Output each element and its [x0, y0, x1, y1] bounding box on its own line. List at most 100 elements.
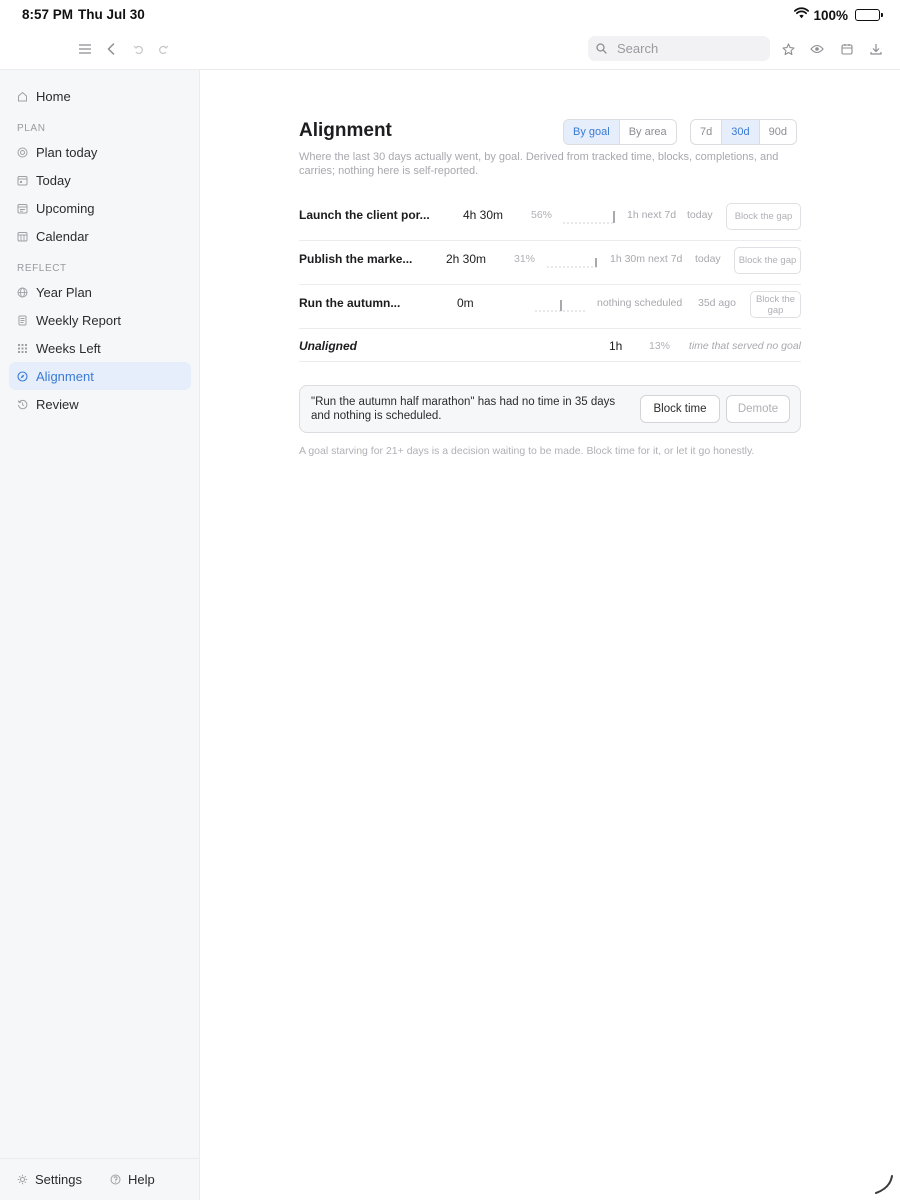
- settings-button[interactable]: Settings: [17, 1172, 82, 1187]
- goal-row[interactable]: Launch the client por... 4h 30m 56% 1h n…: [299, 197, 801, 241]
- status-bar: 8:57 PM Thu Jul 30 100%: [0, 0, 900, 28]
- sidebar-item-upcoming[interactable]: Upcoming: [9, 194, 191, 222]
- demote-button[interactable]: Demote: [726, 395, 790, 423]
- block-time-button[interactable]: Block time: [640, 395, 720, 423]
- status-date: Thu Jul 30: [78, 7, 145, 22]
- goal-last-activity: 35d ago: [698, 297, 736, 309]
- help-icon: [110, 1174, 121, 1185]
- goal-next-scheduled: 1h 30m next 7d: [610, 253, 683, 265]
- grid-icon: [17, 343, 28, 354]
- history-icon: [17, 399, 28, 410]
- status-right: 100%: [794, 6, 883, 24]
- page-title: Alignment: [299, 120, 392, 141]
- gear-icon: [17, 1174, 28, 1185]
- sidebar-item-label: Upcoming: [36, 200, 95, 216]
- search-bar[interactable]: [588, 36, 770, 61]
- target-icon: [17, 147, 28, 158]
- calendar-day-icon: [17, 175, 28, 186]
- sidebar-item-plan-today[interactable]: Plan today: [9, 138, 191, 166]
- undo-icon[interactable]: [128, 39, 148, 59]
- range-90d-button[interactable]: 90d: [758, 120, 796, 144]
- back-icon[interactable]: [101, 39, 121, 59]
- view-by-area-button[interactable]: By area: [618, 120, 676, 144]
- loading-spinner-icon: [875, 1175, 893, 1194]
- goal-sparkline: [547, 258, 597, 268]
- battery-percent: 100%: [813, 7, 848, 23]
- footnote: A goal starving for 21+ days is a decisi…: [299, 445, 755, 457]
- sidebar-toggle-icon[interactable]: [75, 39, 95, 59]
- eye-icon[interactable]: [807, 39, 827, 59]
- wifi-icon: [794, 6, 810, 24]
- sidebar-item-label: Weeks Left: [36, 340, 101, 356]
- download-icon[interactable]: [866, 39, 886, 59]
- compass-icon: [17, 370, 28, 382]
- goal-sparkline: [535, 300, 585, 312]
- sidebar-item-label: Alignment: [36, 368, 94, 384]
- page-subtitle: Where the last 30 days actually went, by…: [299, 151, 779, 177]
- range-30d-button[interactable]: 30d: [721, 120, 759, 144]
- toolbar: [0, 28, 900, 70]
- starving-goal-alert: "Run the autumn half marathon" has had n…: [299, 385, 801, 433]
- goal-row[interactable]: Publish the marke... 2h 30m 31% 1h 30m n…: [299, 241, 801, 285]
- goal-row[interactable]: Run the autumn... 0m nothing scheduled 3…: [299, 285, 801, 329]
- star-icon[interactable]: [778, 39, 798, 59]
- section-label-reflect: REFLECT: [17, 263, 67, 274]
- sidebar-item-alignment[interactable]: Alignment: [9, 362, 191, 390]
- sidebar-footer: Settings Help: [0, 1158, 200, 1200]
- goal-last-activity: today: [687, 209, 713, 221]
- goal-sparkline: [563, 211, 615, 224]
- goal-name: Publish the marke...: [299, 252, 413, 266]
- sidebar-item-today[interactable]: Today: [9, 166, 191, 194]
- goal-time: 4h 30m: [463, 208, 504, 222]
- goal-name: Run the autumn...: [299, 296, 401, 310]
- block-gap-button[interactable]: Block the gap: [726, 203, 801, 230]
- alert-message: "Run the autumn half marathon" has had n…: [311, 396, 616, 422]
- sidebar-item-label: Calendar: [36, 228, 89, 244]
- sidebar-item-weeks-left[interactable]: Weeks Left: [9, 334, 191, 362]
- goal-time: 2h 30m: [446, 252, 487, 266]
- sidebar-item-calendar[interactable]: Calendar: [9, 222, 191, 250]
- unaligned-time: 1h: [609, 339, 623, 353]
- goal-percent: 56%: [531, 209, 553, 221]
- unaligned-row: Unaligned 1h 13% time that served no goa…: [299, 330, 801, 362]
- goal-last-activity: today: [695, 253, 721, 265]
- house-icon: [17, 91, 28, 102]
- document-icon: [17, 315, 28, 326]
- sidebar-item-year-plan[interactable]: Year Plan: [9, 278, 191, 306]
- sidebar-item-label: Today: [36, 172, 71, 188]
- block-gap-button[interactable]: Block the gap: [750, 291, 801, 318]
- sidebar: Home PLAN Plan today Today Upcoming Cale…: [0, 70, 200, 1200]
- help-button[interactable]: Help: [110, 1172, 155, 1187]
- help-label: Help: [128, 1172, 155, 1187]
- sidebar-item-home[interactable]: Home: [9, 82, 191, 110]
- sidebar-item-label: Weekly Report: [36, 312, 122, 328]
- main-content: Alignment By goal By area 7d 30d 90d Whe…: [201, 70, 900, 1200]
- sidebar-item-label: Year Plan: [36, 284, 92, 300]
- redo-icon[interactable]: [153, 39, 173, 59]
- unaligned-label: Unaligned: [299, 339, 358, 353]
- block-gap-button[interactable]: Block the gap: [734, 247, 801, 274]
- calendar-icon[interactable]: [837, 39, 857, 59]
- view-by-goal-button[interactable]: By goal: [564, 120, 619, 144]
- goal-name: Launch the client por...: [299, 208, 430, 222]
- sidebar-item-label: Review: [36, 396, 79, 412]
- status-time: 8:57 PM: [22, 7, 74, 22]
- calendar-icon: [17, 231, 28, 242]
- range-7d-button[interactable]: 7d: [691, 120, 721, 144]
- view-toggle: By goal By area: [563, 119, 677, 145]
- section-label-plan: PLAN: [17, 123, 46, 134]
- unaligned-percent: 13%: [649, 340, 671, 352]
- globe-icon: [17, 287, 28, 298]
- battery-icon: [855, 9, 883, 21]
- calendar-range-icon: [17, 203, 28, 214]
- settings-label: Settings: [35, 1172, 82, 1187]
- goal-next-scheduled: 1h next 7d: [627, 209, 677, 221]
- sidebar-item-weekly-report[interactable]: Weekly Report: [9, 306, 191, 334]
- unaligned-note: time that served no goal: [688, 340, 801, 352]
- sidebar-item-label: Home: [36, 88, 71, 104]
- search-icon: [596, 43, 607, 54]
- goal-time: 0m: [457, 296, 474, 310]
- goal-percent: 31%: [514, 253, 536, 265]
- sidebar-item-review[interactable]: Review: [9, 390, 191, 418]
- search-input[interactable]: [617, 41, 757, 56]
